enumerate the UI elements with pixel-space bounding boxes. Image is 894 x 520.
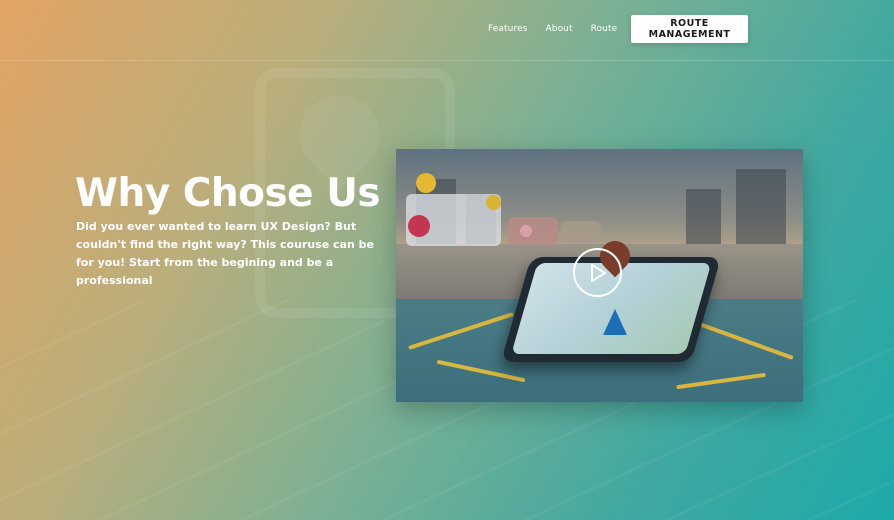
video-light (520, 225, 532, 237)
play-button[interactable] (573, 248, 622, 297)
video-car (561, 221, 601, 243)
video-building (736, 169, 786, 249)
map-route-line (698, 322, 794, 360)
video-light (486, 195, 501, 210)
video-car (508, 217, 558, 245)
video-thumbnail[interactable] (396, 149, 803, 402)
navigation-arrow-icon (603, 309, 627, 335)
map-route-line (408, 312, 514, 350)
video-building (686, 189, 721, 249)
nav-link-route[interactable]: Route (591, 24, 618, 34)
route-management-button[interactable]: ROUTE MANAGEMENT (631, 15, 748, 43)
header-divider (0, 60, 894, 61)
video-light (416, 173, 436, 193)
video-light (408, 215, 430, 237)
hero-title: Why Chose Us (75, 171, 381, 216)
nav-link-features[interactable]: Features (488, 24, 528, 34)
map-route-line (436, 359, 526, 383)
map-route-line (676, 372, 766, 390)
hero-description: Did you ever wanted to learn UX Design? … (76, 220, 374, 287)
play-icon (590, 263, 606, 282)
nav-link-about[interactable]: About (546, 24, 573, 34)
top-navigation: Features About Route (488, 24, 617, 34)
